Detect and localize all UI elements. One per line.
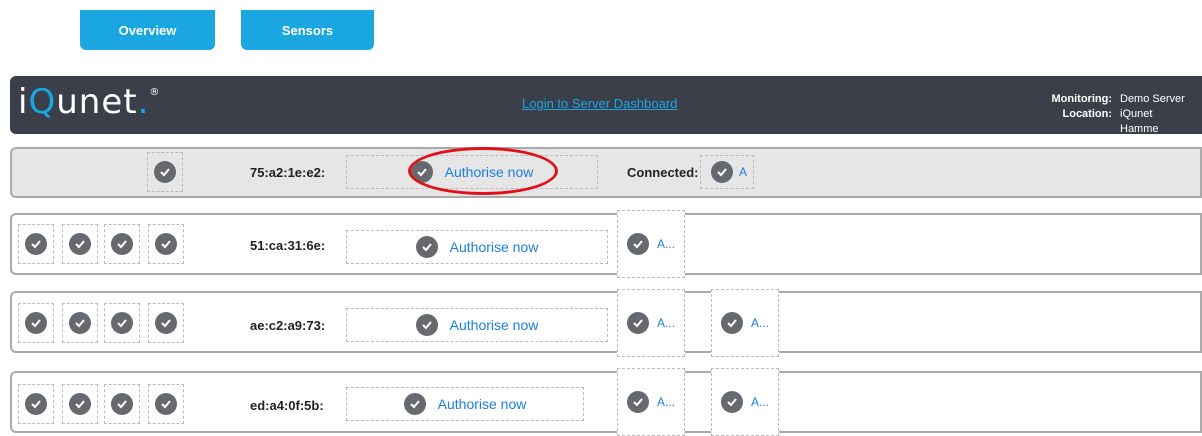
shield-check-icon	[720, 391, 743, 413]
shield-button[interactable]	[18, 303, 54, 343]
shield-check-icon	[720, 312, 743, 334]
mini-authorise-button[interactable]: A...	[711, 289, 779, 357]
shield-check-icon	[154, 161, 176, 183]
iqunet-logo: iQunet.®	[18, 82, 161, 122]
mini-authorise-label: A...	[750, 395, 769, 409]
shield-button[interactable]	[104, 384, 140, 424]
mini-authorise-button[interactable]: A...	[617, 210, 685, 278]
shield-button[interactable]	[62, 303, 98, 343]
mini-authorise-label: A...	[656, 395, 675, 409]
shield-button[interactable]	[62, 384, 98, 424]
shield-check-icon	[711, 161, 733, 183]
location-value: iQunet Hamme	[1120, 108, 1159, 135]
mini-authorise-label: A...	[656, 316, 675, 330]
shield-check-icon	[415, 314, 438, 336]
header-bar: iQunet.® Login to Server Dashboard Monit…	[10, 76, 1202, 137]
shield-check-icon	[69, 233, 91, 255]
shield-check-icon	[111, 312, 133, 334]
connected-authorise-button[interactable]: A	[700, 155, 754, 189]
shield-check-icon	[155, 393, 177, 415]
sensor-mac: 51:ca:31:6e:	[250, 238, 326, 253]
tab-overview[interactable]: Overview	[80, 10, 215, 50]
shield-check-icon	[155, 233, 177, 255]
shield-check-icon	[111, 393, 133, 415]
sensor-row	[10, 371, 1202, 433]
shield-button[interactable]	[148, 303, 184, 343]
shield-check-icon	[626, 312, 649, 334]
sensor-row	[10, 147, 1202, 198]
authorise-now-button[interactable]: Authorise now	[346, 230, 608, 264]
shield-check-icon	[415, 236, 438, 258]
shield-check-icon	[25, 393, 47, 415]
shield-button[interactable]	[18, 224, 54, 264]
monitoring-value: Demo Server	[1120, 93, 1185, 105]
shield-button[interactable]	[148, 384, 184, 424]
red-circle-annotation	[408, 147, 558, 195]
sensor-mac: ed:a4:0f:5b:	[250, 398, 324, 413]
shield-check-icon	[25, 312, 47, 334]
shield-button[interactable]	[148, 224, 184, 264]
sensor-mac: 75:a2:1e:e2:	[250, 165, 326, 180]
authorise-now-button[interactable]: Authorise now	[346, 308, 608, 342]
shield-check-icon	[69, 312, 91, 334]
sensor-mac: ae:c2:a9:73:	[250, 318, 326, 333]
login-dashboard-link[interactable]: Login to Server Dashboard	[522, 96, 677, 111]
shield-check-icon	[403, 393, 426, 415]
authorise-now-button[interactable]: Authorise now	[346, 387, 584, 421]
shield-button[interactable]	[62, 224, 98, 264]
authorise-shield-button[interactable]	[147, 152, 183, 192]
connected-authorise-label: A	[739, 165, 748, 179]
authorise-now-label: Authorise now	[449, 239, 539, 255]
authorise-now-label: Authorise now	[449, 317, 539, 333]
shield-check-icon	[626, 391, 649, 413]
shield-check-icon	[69, 393, 91, 415]
mini-authorise-button[interactable]: A...	[617, 289, 685, 357]
connected-label: Connected:	[627, 165, 699, 180]
shield-button[interactable]	[104, 224, 140, 264]
shield-check-icon	[25, 233, 47, 255]
shield-check-icon	[111, 233, 133, 255]
mini-authorise-label: A...	[656, 237, 675, 251]
shield-button[interactable]	[104, 303, 140, 343]
server-meta: Monitoring: Demo Server Location: iQunet…	[1042, 92, 1192, 137]
monitoring-label: Monitoring:	[1051, 93, 1112, 105]
authorise-now-label: Authorise now	[437, 396, 527, 412]
shield-check-icon	[626, 233, 649, 255]
shield-check-icon	[155, 312, 177, 334]
location-label: Location:	[1062, 108, 1113, 120]
mini-authorise-label: A...	[750, 316, 769, 330]
shield-button[interactable]	[18, 384, 54, 424]
tab-sensors[interactable]: Sensors	[241, 10, 374, 50]
